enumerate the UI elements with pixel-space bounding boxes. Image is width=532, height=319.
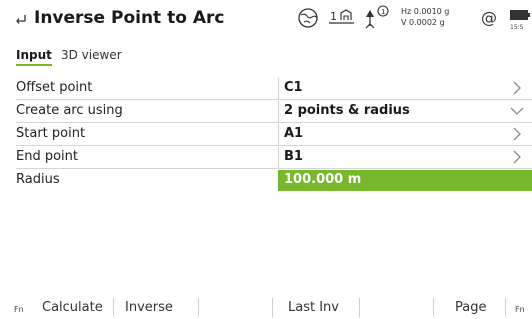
clock-time: 15:5: [510, 24, 524, 31]
tab-bar: Input 3D viewer: [16, 44, 126, 66]
offset-point-value: C1: [284, 80, 303, 95]
field-divider: [278, 147, 279, 168]
start-point-row: Start point A1: [16, 123, 532, 146]
offset-point-field[interactable]: C1: [278, 78, 532, 99]
softkey-divider: [359, 298, 360, 317]
tilt-v: V 0.0002 g: [401, 18, 445, 27]
status-area: 1 1 Hz 0.0010 g V 0.0002 g @ 15:5: [297, 3, 532, 37]
create-arc-using-select[interactable]: 2 points & radius: [278, 101, 532, 122]
field-divider: [278, 101, 279, 122]
title-bar: Inverse Point to Arc 1 1 Hz 0.0010 g V 0…: [0, 0, 532, 40]
back-arrow-icon[interactable]: [14, 12, 28, 26]
radius-input[interactable]: 100.000 m: [278, 170, 532, 191]
start-point-field[interactable]: A1: [278, 124, 532, 145]
create-arc-using-label: Create arc using: [16, 103, 123, 118]
chevron-right-icon[interactable]: [510, 150, 524, 164]
calculate-button[interactable]: Calculate: [42, 300, 103, 315]
field-divider: [278, 124, 279, 145]
prism-icon[interactable]: 1: [363, 4, 391, 36]
tilt-readout: Hz 0.0010 g V 0.0002 g: [401, 6, 449, 28]
softkey-divider: [433, 298, 434, 317]
softkey-divider: [272, 298, 273, 317]
svg-text:1: 1: [330, 10, 337, 23]
fn-right-key[interactable]: Fn: [515, 305, 525, 314]
instrument-count-icon[interactable]: 1: [329, 7, 355, 31]
chevron-right-icon[interactable]: [510, 127, 524, 141]
field-divider: [278, 78, 279, 99]
last-inv-button[interactable]: Last Inv: [288, 300, 339, 315]
offset-point-label: Offset point: [16, 80, 93, 95]
end-point-field[interactable]: B1: [278, 147, 532, 168]
page-button[interactable]: Page: [455, 300, 486, 315]
tilt-hz: Hz 0.0010 g: [401, 7, 450, 16]
start-point-label: Start point: [16, 126, 86, 141]
create-arc-using-value: 2 points & radius: [284, 103, 410, 118]
softkey-bar: Fn Calculate Inverse Last Inv Page Fn: [0, 296, 532, 319]
softkey-divider: [113, 298, 114, 317]
svg-text:1: 1: [381, 8, 385, 16]
end-point-label: End point: [16, 149, 78, 164]
start-point-value: A1: [284, 126, 304, 141]
offset-point-row: Offset point C1: [16, 77, 532, 100]
inverse-button[interactable]: Inverse: [125, 300, 173, 315]
softkey-divider: [198, 298, 199, 317]
at-icon[interactable]: @: [481, 9, 497, 27]
globe-icon[interactable]: [297, 6, 321, 34]
radius-row: Radius 100.000 m: [16, 169, 532, 192]
radius-value: 100.000 m: [284, 172, 362, 187]
chevron-down-icon[interactable]: [510, 104, 524, 118]
tab-3d-viewer[interactable]: 3D viewer: [61, 48, 122, 64]
end-point-row: End point B1: [16, 146, 532, 169]
input-form: Offset point C1 Create arc using 2 point…: [0, 77, 532, 192]
chevron-right-icon[interactable]: [510, 81, 524, 95]
create-arc-using-row: Create arc using 2 points & radius: [16, 100, 532, 123]
radius-label: Radius: [16, 172, 60, 187]
softkey-divider: [505, 298, 506, 317]
page-title: Inverse Point to Arc: [34, 8, 225, 28]
end-point-value: B1: [284, 149, 303, 164]
tab-input[interactable]: Input: [16, 48, 52, 66]
fn-left-key[interactable]: Fn: [14, 305, 24, 314]
